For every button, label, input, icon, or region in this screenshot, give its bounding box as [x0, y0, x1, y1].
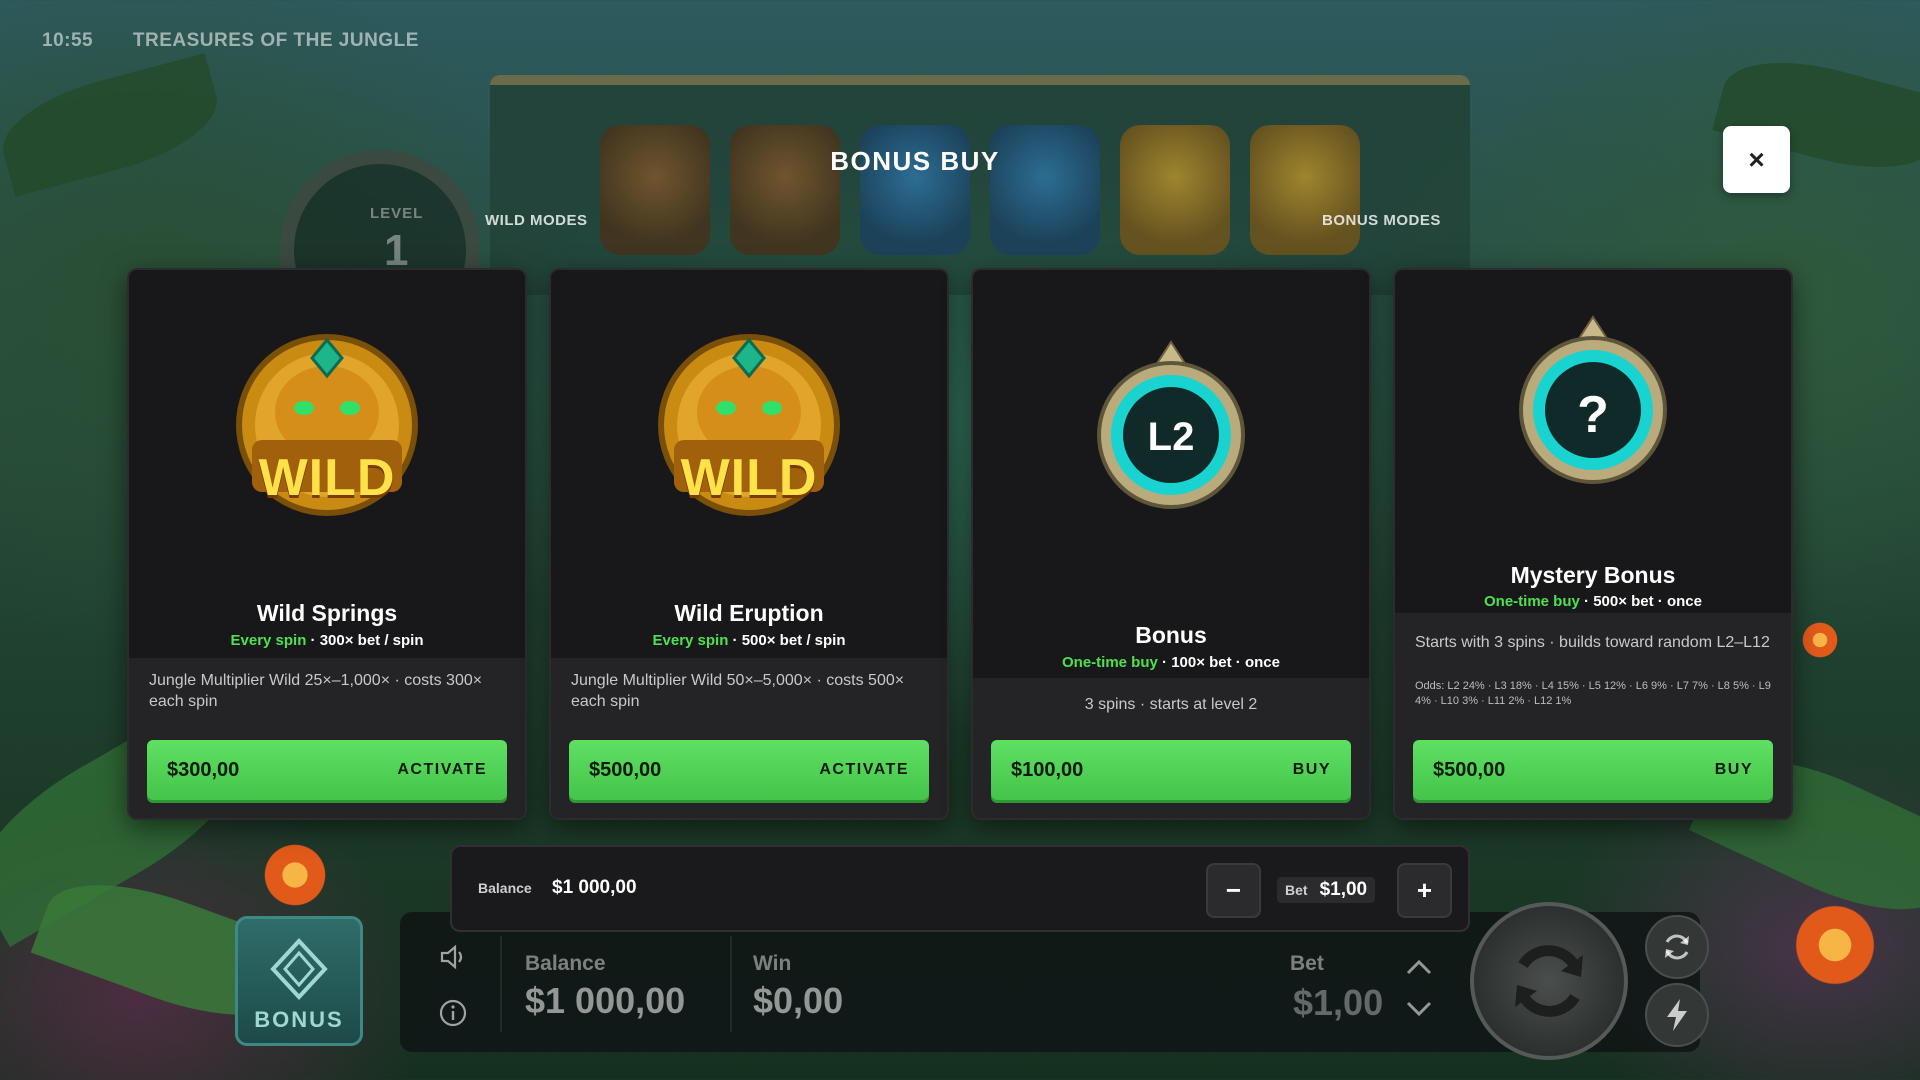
increase-bet-button[interactable]: + [1397, 863, 1452, 918]
info-icon[interactable] [436, 996, 470, 1030]
turbo-icon [1667, 999, 1687, 1031]
balance-label: Balance [478, 880, 532, 896]
price-label: $300,00 [167, 758, 240, 781]
autoplay-button[interactable] [1645, 915, 1709, 979]
card-subtitle-highlight: One-time buy [1484, 593, 1580, 610]
reel-symbol [990, 125, 1100, 255]
card-description: Jungle Multiplier Wild 50×–5,000× · cost… [571, 672, 905, 710]
card-title: Wild Eruption [674, 600, 824, 626]
hud-bet-label: Bet [1290, 952, 1324, 975]
bet-display: Bet $1,00 [1277, 877, 1376, 903]
card-title: Bonus [1135, 622, 1207, 648]
reel-symbol [1120, 125, 1230, 255]
dialog-title: BONUS BUY [830, 146, 1000, 176]
bet-bar: Balance $1 000,00 − Bet $1,00 + [450, 845, 1470, 932]
activate-wild-eruption-button[interactable]: $500,00 ACTIVATE [569, 740, 929, 800]
reel-symbol [730, 125, 840, 255]
reel-symbol [860, 125, 970, 255]
bonus-buy-tile[interactable]: BONUS [235, 916, 363, 1046]
price-label: $500,00 [1433, 758, 1506, 781]
reel-symbol [1250, 125, 1360, 255]
bonus-tile-label: BONUS [254, 1007, 344, 1032]
hud-divider [730, 936, 732, 1032]
bonus-card-wild-springs: WILD Wild Springs Every spin · 300× bet … [127, 268, 527, 820]
mystery-ring-text: ? [1577, 386, 1609, 444]
bet-label: Bet [1285, 882, 1308, 898]
price-label: $500,00 [589, 758, 662, 781]
action-label: BUY [1714, 761, 1753, 778]
buy-mystery-bonus-button[interactable]: $500,00 BUY [1413, 740, 1773, 800]
chevron-up-icon[interactable] [1402, 950, 1436, 984]
reel-symbol [600, 125, 710, 255]
flower [1790, 900, 1880, 990]
buy-bonus-button[interactable]: $100,00 BUY [991, 740, 1351, 800]
card-subtitle: One-time buy · 100× bet · once [973, 654, 1369, 671]
card-subtitle-highlight: Every spin [652, 632, 729, 649]
card-subtitle: Every spin · 300× bet / spin [129, 632, 525, 649]
card-subtitle: Every spin · 500× bet / spin [551, 632, 947, 649]
wild-emblem-text: WILD [680, 449, 818, 507]
chevron-down-icon[interactable] [1402, 992, 1436, 1026]
clock: 10:55 [42, 30, 94, 51]
card-subtitle: One-time buy · 500× bet · once [1395, 593, 1791, 610]
speaker-icon[interactable] [436, 940, 470, 974]
card-subtitle-rest: · 500× bet · once [1579, 593, 1702, 610]
close-button[interactable]: × [1723, 126, 1790, 193]
wild-modes-label: WILD MODES [485, 212, 588, 229]
spin-icon [1515, 945, 1583, 1017]
card-description: 3 spins · starts at level 2 [1084, 696, 1258, 713]
hud-win-label: Win [753, 952, 792, 975]
wild-emblem-text: WILD [258, 449, 396, 507]
balance-value: $1 000,00 [552, 877, 637, 898]
card-description: Jungle Multiplier Wild 25×–1,000× · cost… [149, 672, 483, 710]
level-ring-text: L2 [1147, 415, 1195, 459]
top-status: 10:55 TREASURES OF THE JUNGLE [42, 30, 453, 52]
action-label: BUY [1292, 761, 1331, 778]
bonus-card-bonus: L2 Bonus One-time buy · 100× bet · once … [971, 268, 1371, 820]
reel-frame [490, 75, 1470, 295]
hud-divider [500, 936, 502, 1032]
odds-text: Odds: L2 24% · L3 18% · L4 15% · L5 12% … [1415, 680, 1771, 707]
bonus-card-wild-eruption: WILD Wild Eruption Every spin · 500× bet… [549, 268, 949, 820]
card-subtitle-highlight: One-time buy [1062, 654, 1158, 671]
bonus-modes-label: BONUS MODES [1322, 212, 1441, 229]
flower [260, 840, 330, 910]
action-label: ACTIVATE [397, 761, 487, 778]
game-title: TREASURES OF THE JUNGLE [132, 30, 419, 51]
bet-value: $1,00 [1319, 879, 1368, 900]
level-label: LEVEL [370, 205, 424, 222]
hud-balance-value: $1 000,00 [525, 980, 686, 1021]
price-label: $100,00 [1011, 758, 1084, 781]
action-label: ACTIVATE [819, 761, 909, 778]
card-title: Wild Springs [256, 600, 398, 626]
card-subtitle-rest: · 100× bet · once [1157, 654, 1280, 671]
card-subtitle-highlight: Every spin [230, 632, 307, 649]
hud-balance-label: Balance [525, 952, 606, 975]
card-title: Mystery Bonus [1510, 562, 1676, 588]
autoplay-icon [1665, 934, 1689, 960]
hud-win-value: $0,00 [753, 980, 844, 1021]
hud-bet-value: $1,00 [1293, 982, 1384, 1023]
flower [1800, 620, 1840, 660]
decrease-bet-button[interactable]: − [1206, 863, 1261, 918]
card-subtitle-rest: · 500× bet / spin [728, 632, 846, 649]
diamond-icon [270, 938, 328, 1000]
card-description: Starts with 3 spins · builds toward rand… [1415, 634, 1770, 651]
turbo-button[interactable] [1645, 983, 1709, 1047]
activate-wild-springs-button[interactable]: $300,00 ACTIVATE [147, 740, 507, 800]
spin-button[interactable] [1470, 902, 1628, 1060]
card-subtitle-rest: · 300× bet / spin [306, 632, 424, 649]
bonus-card-mystery-bonus: ? Mystery Bonus One-time buy · 500× bet … [1393, 268, 1793, 820]
